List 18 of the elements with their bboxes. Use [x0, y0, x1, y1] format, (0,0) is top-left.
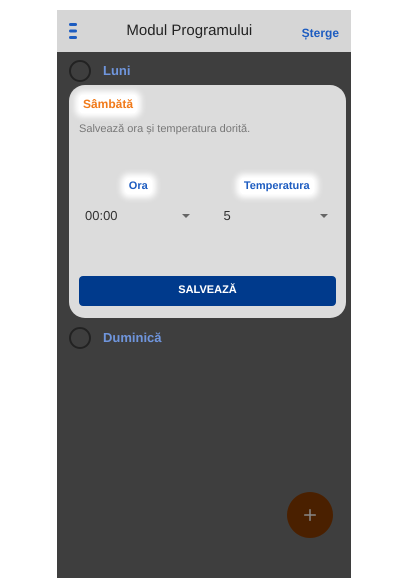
save-button[interactable]: SALVEAZĂ — [79, 276, 336, 306]
field-label: Temperatura — [240, 178, 314, 194]
radio-button[interactable] — [69, 60, 91, 82]
radio-button[interactable] — [69, 327, 91, 349]
field-label: Ora — [124, 178, 152, 194]
day-label: Luni — [103, 62, 130, 80]
plus-icon — [301, 506, 319, 524]
caret-icon — [182, 214, 190, 218]
day-label: Duminică — [103, 329, 162, 348]
dropdown-field[interactable]: 5 — [218, 206, 336, 226]
add-button[interactable] — [287, 492, 333, 538]
dialog-subtitle: Salvează ora și temperatura dorită. — [79, 122, 252, 137]
dropdown-field[interactable]: 00:00 — [79, 206, 198, 226]
header-title: Modul Programului — [126, 20, 252, 41]
menu-icon[interactable] — [69, 23, 77, 39]
delete-button[interactable]: Șterge — [302, 24, 339, 42]
dialog-title: Sâmbătă — [79, 95, 138, 113]
caret-icon — [320, 214, 328, 218]
